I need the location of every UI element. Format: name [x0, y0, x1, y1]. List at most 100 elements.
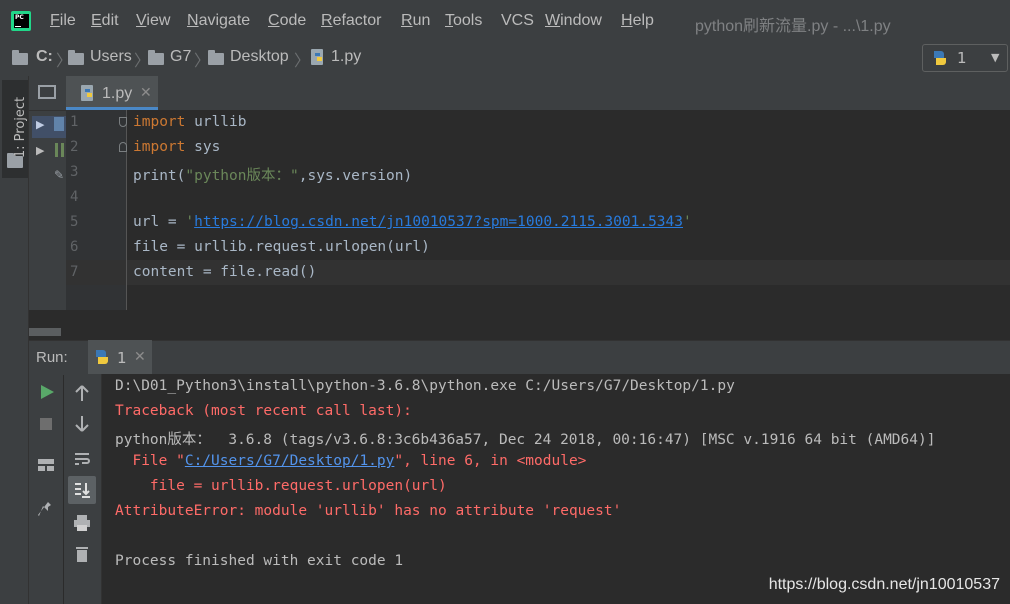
python-icon: [934, 51, 946, 65]
code-line: print("python版本：",sys.version): [133, 164, 412, 185]
folder-icon: [12, 50, 28, 65]
code-line: content = file.read(): [133, 264, 316, 280]
breadcrumb-drive[interactable]: C:: [36, 48, 53, 66]
arrow-down-icon[interactable]: [72, 414, 92, 434]
layout-icon[interactable]: [36, 455, 56, 475]
console-file-link[interactable]: C:/Users/G7/Desktop/1.py: [185, 453, 395, 469]
expand-arrow-icon[interactable]: ▶: [36, 144, 44, 157]
code-token: ': [683, 214, 692, 230]
run-configuration-label: 1: [957, 49, 967, 67]
console-text: D:\D01_Python3\install\python-3.6.8\pyth…: [115, 378, 735, 394]
run-panel-label: Run:: [36, 349, 68, 366]
console-line: python版本： 3.6.8 (tags/v3.6.8:3c6b436a57,…: [115, 428, 935, 449]
code-line: file = urllib.request.urlopen(url): [133, 239, 430, 255]
code-token: ': [185, 214, 195, 230]
fold-icon[interactable]: [119, 142, 127, 152]
code-token: urllib: [185, 114, 247, 130]
scroll-to-end-icon: [75, 483, 90, 498]
pin-icon[interactable]: [36, 498, 56, 518]
close-icon[interactable]: ✕: [140, 85, 152, 101]
fold-icon[interactable]: [119, 117, 127, 127]
breadcrumb-g7[interactable]: G7: [170, 48, 191, 66]
arrow-up-icon[interactable]: [72, 383, 92, 403]
console-text: AttributeError: module 'urllib' has no a…: [115, 503, 622, 519]
breadcrumb-file[interactable]: 1.py: [331, 48, 361, 66]
breadcrumb-users[interactable]: Users: [90, 48, 132, 66]
console-text: ", line 6, in <module>: [394, 453, 587, 469]
console-line: AttributeError: module 'urllib' has no a…: [115, 503, 621, 519]
console-text: file = urllib.request.urlopen(url): [115, 478, 447, 494]
folder-icon: [7, 153, 23, 168]
project-selected-row[interactable]: [32, 116, 66, 138]
code-token: import: [133, 139, 186, 155]
console-line: D:\D01_Python3\install\python-3.6.8\pyth…: [115, 378, 735, 394]
editor-tab-label: 1.py: [102, 85, 133, 102]
editor-empty-area: [29, 310, 1010, 340]
chevron-right-icon: 〉: [56, 51, 73, 70]
python-file-icon: [311, 49, 323, 65]
line-number: 5: [70, 214, 79, 230]
menu-code[interactable]: Code: [268, 12, 306, 30]
console-text: python版本： 3.6.8 (tags/v3.6.8:3c6b436a57,…: [115, 432, 936, 448]
menu-vcs[interactable]: VCS: [501, 12, 534, 30]
python-file-icon: [81, 85, 93, 101]
menu-file[interactable]: File: [50, 12, 76, 30]
print-icon[interactable]: [72, 513, 92, 533]
chevron-right-icon: 〉: [134, 51, 151, 70]
console-text: Process finished with exit code 1: [115, 553, 404, 569]
run-panel-header: [29, 340, 1010, 375]
line-number: 3: [70, 164, 79, 180]
run-configuration-select[interactable]: 1 ▼: [922, 44, 1008, 72]
scratches-icon: ✎: [54, 168, 65, 182]
code-token: ,sys.version): [298, 168, 413, 184]
libraries-icon: [55, 143, 64, 157]
chevron-right-icon: 〉: [294, 51, 311, 70]
folder-icon: [208, 50, 224, 65]
console-line: Traceback (most recent call last):: [115, 403, 412, 419]
line-number: 4: [70, 189, 79, 205]
dropdown-arrow-icon: ▼: [991, 51, 1000, 64]
code-token: content = file.read(): [133, 264, 317, 280]
toggle-panel-icon[interactable]: [38, 85, 56, 99]
line-number: 7: [70, 264, 79, 280]
rerun-icon[interactable]: [37, 382, 57, 402]
menu-window[interactable]: Window: [545, 12, 602, 30]
line-number: 6: [70, 239, 79, 255]
breadcrumb-desktop[interactable]: Desktop: [230, 48, 289, 66]
window-title: python刷新流量.py - ...\1.py: [695, 18, 891, 35]
menu-navigate[interactable]: Navigate: [187, 12, 250, 30]
code-token: file = urllib.request.urlopen(url): [133, 239, 430, 255]
code-token: url =: [133, 214, 186, 230]
console-line: Process finished with exit code 1: [115, 553, 403, 569]
code-token: print(: [133, 168, 186, 184]
folder-icon: [68, 50, 84, 65]
line-number: 1: [70, 114, 79, 130]
code-token: import: [133, 114, 186, 130]
code-token: sys: [185, 139, 221, 155]
console-text: Traceback (most recent call last):: [115, 403, 412, 419]
line-number: 2: [70, 139, 79, 155]
console-line: file = urllib.request.urlopen(url): [115, 478, 447, 494]
menu-run[interactable]: Run: [401, 12, 430, 30]
run-toolbar-left: [29, 374, 63, 604]
folder-icon: [148, 50, 164, 65]
code-url-link[interactable]: https://blog.csdn.net/jn10010537?spm=100…: [194, 214, 683, 230]
code-token: "python版本：": [185, 168, 299, 184]
gutter-divider: [126, 110, 127, 310]
pycharm-logo-icon: PC: [11, 11, 31, 31]
menu-help[interactable]: Help: [621, 12, 654, 30]
menu-refactor[interactable]: Refactor: [321, 12, 381, 30]
menu-edit[interactable]: Edit: [91, 12, 119, 30]
console-text: File ": [115, 453, 185, 469]
soft-wrap-icon[interactable]: [72, 449, 92, 469]
trash-icon[interactable]: [72, 544, 92, 564]
chevron-right-icon: 〉: [194, 51, 211, 70]
stop-icon[interactable]: [40, 418, 52, 430]
code-line: import sys: [133, 139, 220, 155]
menu-tools[interactable]: Tools: [445, 12, 482, 30]
close-icon[interactable]: ✕: [134, 349, 146, 365]
horizontal-scrollbar[interactable]: [29, 328, 61, 336]
menu-view[interactable]: View: [136, 12, 170, 30]
code-line: import urllib: [133, 114, 247, 130]
project-tab-label: 1: Project: [13, 96, 29, 159]
